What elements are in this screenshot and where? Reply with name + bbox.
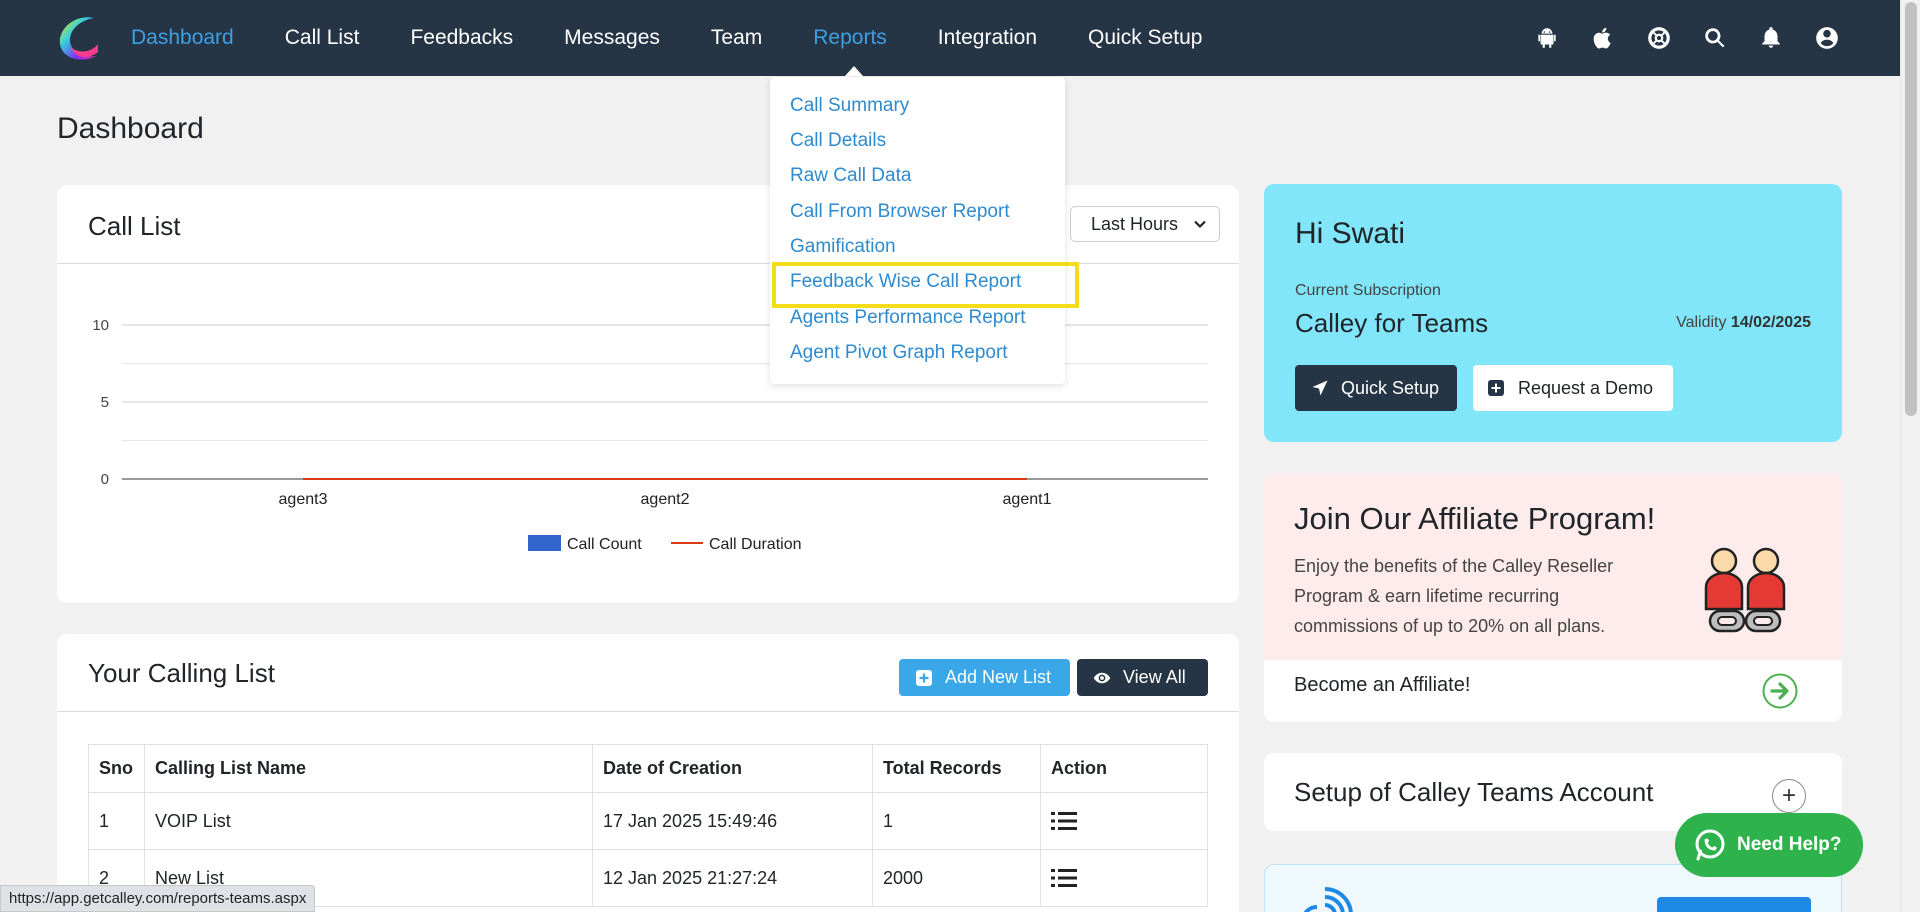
add-new-list-button[interactable]: Add New List xyxy=(899,659,1070,696)
list-action-icon[interactable] xyxy=(1051,867,1077,889)
bell-icon[interactable] xyxy=(1758,25,1784,51)
table-row: 1 VOIP List 17 Jan 2025 15:49:46 1 xyxy=(88,792,1208,850)
dropdown-caret xyxy=(845,66,863,76)
nav-item-quick-setup[interactable]: Quick Setup xyxy=(1088,26,1202,50)
user-icon[interactable] xyxy=(1814,25,1840,51)
apple-icon[interactable] xyxy=(1590,25,1616,51)
whatsapp-icon xyxy=(1695,829,1725,861)
calling-list-card: Your Calling List Add New List View All … xyxy=(57,634,1239,912)
calling-list-title: Your Calling List xyxy=(88,658,275,688)
nav-item-team[interactable]: Team xyxy=(711,26,762,50)
whatsapp-label: Need Help? xyxy=(1737,834,1842,855)
nav-item-call-list[interactable]: Call List xyxy=(285,26,360,50)
cell-action xyxy=(1040,792,1208,850)
search-icon[interactable] xyxy=(1702,25,1728,51)
validity-date: 14/02/2025 xyxy=(1730,314,1811,331)
affiliate-card: Join Our Affiliate Program! Enjoy the be… xyxy=(1264,473,1842,722)
period-select[interactable]: Last Hours xyxy=(1070,206,1220,242)
expand-plus-icon[interactable]: + xyxy=(1772,779,1806,813)
nav-item-feedbacks[interactable]: Feedbacks xyxy=(410,26,513,50)
menu-item-agent-pivot-graph-report[interactable]: Agent Pivot Graph Report xyxy=(790,342,1008,364)
legend-label-call-count: Call Count xyxy=(567,536,642,553)
menu-item-call-summary[interactable]: Call Summary xyxy=(790,95,909,117)
cell-records: 2000 xyxy=(872,849,1041,907)
legend-swatch-call-count xyxy=(528,535,561,551)
request-demo-label: Request a Demo xyxy=(1518,377,1654,398)
plus-square-icon xyxy=(1488,380,1504,396)
period-select-value: Last Hours xyxy=(1091,213,1179,234)
support-icon[interactable] xyxy=(1646,25,1672,51)
view-all-label: View All xyxy=(1123,667,1186,687)
nav-icons xyxy=(1534,0,1840,76)
wifi-signal-icon xyxy=(1303,887,1353,912)
menu-item-raw-call-data[interactable]: Raw Call Data xyxy=(790,165,911,187)
nav-item-dashboard[interactable]: Dashboard xyxy=(131,26,234,50)
nav-item-integration[interactable]: Integration xyxy=(938,26,1037,50)
menu-item-gamification[interactable]: Gamification xyxy=(790,236,896,258)
page-title: Dashboard xyxy=(57,112,204,145)
validity: Validity 14/02/2025 xyxy=(1676,314,1811,332)
cell-list-name: VOIP List xyxy=(144,792,593,850)
menu-item-call-details[interactable]: Call Details xyxy=(790,130,886,152)
top-navbar: Dashboard Call List Feedbacks Messages Team R… xyxy=(0,0,1900,76)
welcome-card: Hi Swati Current Subscription Calley for… xyxy=(1264,184,1842,442)
cell-date: 12 Jan 2025 21:27:24 xyxy=(592,849,873,907)
subscription-label: Current Subscription xyxy=(1295,282,1441,299)
column-header: Total Records xyxy=(872,744,1041,793)
nav-links: Dashboard Call List Feedbacks Messages Team R… xyxy=(131,0,1253,76)
view-all-button[interactable]: View All xyxy=(1077,659,1208,696)
quick-setup-button[interactable]: Quick Setup xyxy=(1295,365,1457,411)
calley-logo[interactable] xyxy=(54,12,106,64)
cell-action xyxy=(1040,849,1208,907)
x-tick-label: agent3 xyxy=(279,491,328,508)
cell-sno: 1 xyxy=(88,792,145,850)
status-bar-url: https://app.getcalley.com/reports-teams.… xyxy=(0,885,316,912)
reports-dropdown-menu: Call Summary Call Details Raw Call Data Cal… xyxy=(770,77,1065,384)
affiliate-people-icon xyxy=(1704,547,1786,633)
table-header-row: Sno Calling List Name Date of Creation T… xyxy=(88,744,1208,793)
list-action-icon[interactable] xyxy=(1051,810,1077,832)
cell-records: 1 xyxy=(872,792,1041,850)
column-header: Date of Creation xyxy=(592,744,873,793)
quick-setup-label: Quick Setup xyxy=(1341,377,1440,398)
whatsapp-help-button[interactable]: Need Help? xyxy=(1675,813,1863,877)
page-scrollbar[interactable] xyxy=(1900,0,1920,912)
eye-icon xyxy=(1093,672,1111,683)
nav-item-reports[interactable]: Reports xyxy=(813,26,887,50)
menu-item-agents-performance-report[interactable]: Agents Performance Report xyxy=(790,307,1026,329)
y-tick-label: 10 xyxy=(92,317,109,334)
scroll-thumb[interactable] xyxy=(1905,2,1917,416)
subscription-plan: Calley for Teams xyxy=(1295,308,1489,338)
arrow-right-circle-icon[interactable] xyxy=(1762,673,1798,709)
menu-item-call-from-browser-report[interactable]: Call From Browser Report xyxy=(790,201,1010,223)
nav-item-messages[interactable]: Messages xyxy=(564,26,660,50)
legend-label-call-duration: Call Duration xyxy=(709,536,801,553)
partial-card-button[interactable] xyxy=(1657,897,1811,912)
chevron-down-icon xyxy=(1194,220,1206,229)
x-tick-label: agent1 xyxy=(1003,491,1052,508)
affiliate-banner: Join Our Affiliate Program! Enjoy the be… xyxy=(1264,473,1842,660)
add-new-list-label: Add New List xyxy=(945,667,1052,687)
x-tick-label: agent2 xyxy=(641,491,690,508)
android-icon[interactable] xyxy=(1534,25,1560,51)
plus-square-icon xyxy=(916,669,932,686)
cell-date: 17 Jan 2025 15:49:46 xyxy=(592,792,873,850)
request-demo-button[interactable]: Request a Demo xyxy=(1473,365,1673,411)
card-divider xyxy=(57,711,1239,712)
column-header: Calling List Name xyxy=(144,744,593,793)
calling-list-table: Sno Calling List Name Date of Creation T… xyxy=(88,744,1208,907)
affiliate-title: Join Our Affiliate Program! xyxy=(1294,501,1656,536)
setup-title: Setup of Calley Teams Account xyxy=(1294,777,1654,807)
menu-item-feedback-wise-call-report[interactable]: Feedback Wise Call Report xyxy=(790,271,1021,293)
greeting: Hi Swati xyxy=(1295,217,1406,250)
column-header: Sno xyxy=(88,744,145,793)
call-list-card-title: Call List xyxy=(88,211,181,241)
location-arrow-icon xyxy=(1312,380,1328,396)
y-tick-label: 5 xyxy=(101,394,109,411)
affiliate-description: Enjoy the benefits of the Calley Reselle… xyxy=(1294,556,1614,636)
column-header: Action xyxy=(1040,744,1208,793)
become-affiliate-link[interactable]: Become an Affiliate! xyxy=(1294,674,1470,697)
y-tick-label: 0 xyxy=(101,471,109,488)
validity-label: Validity xyxy=(1676,314,1727,331)
